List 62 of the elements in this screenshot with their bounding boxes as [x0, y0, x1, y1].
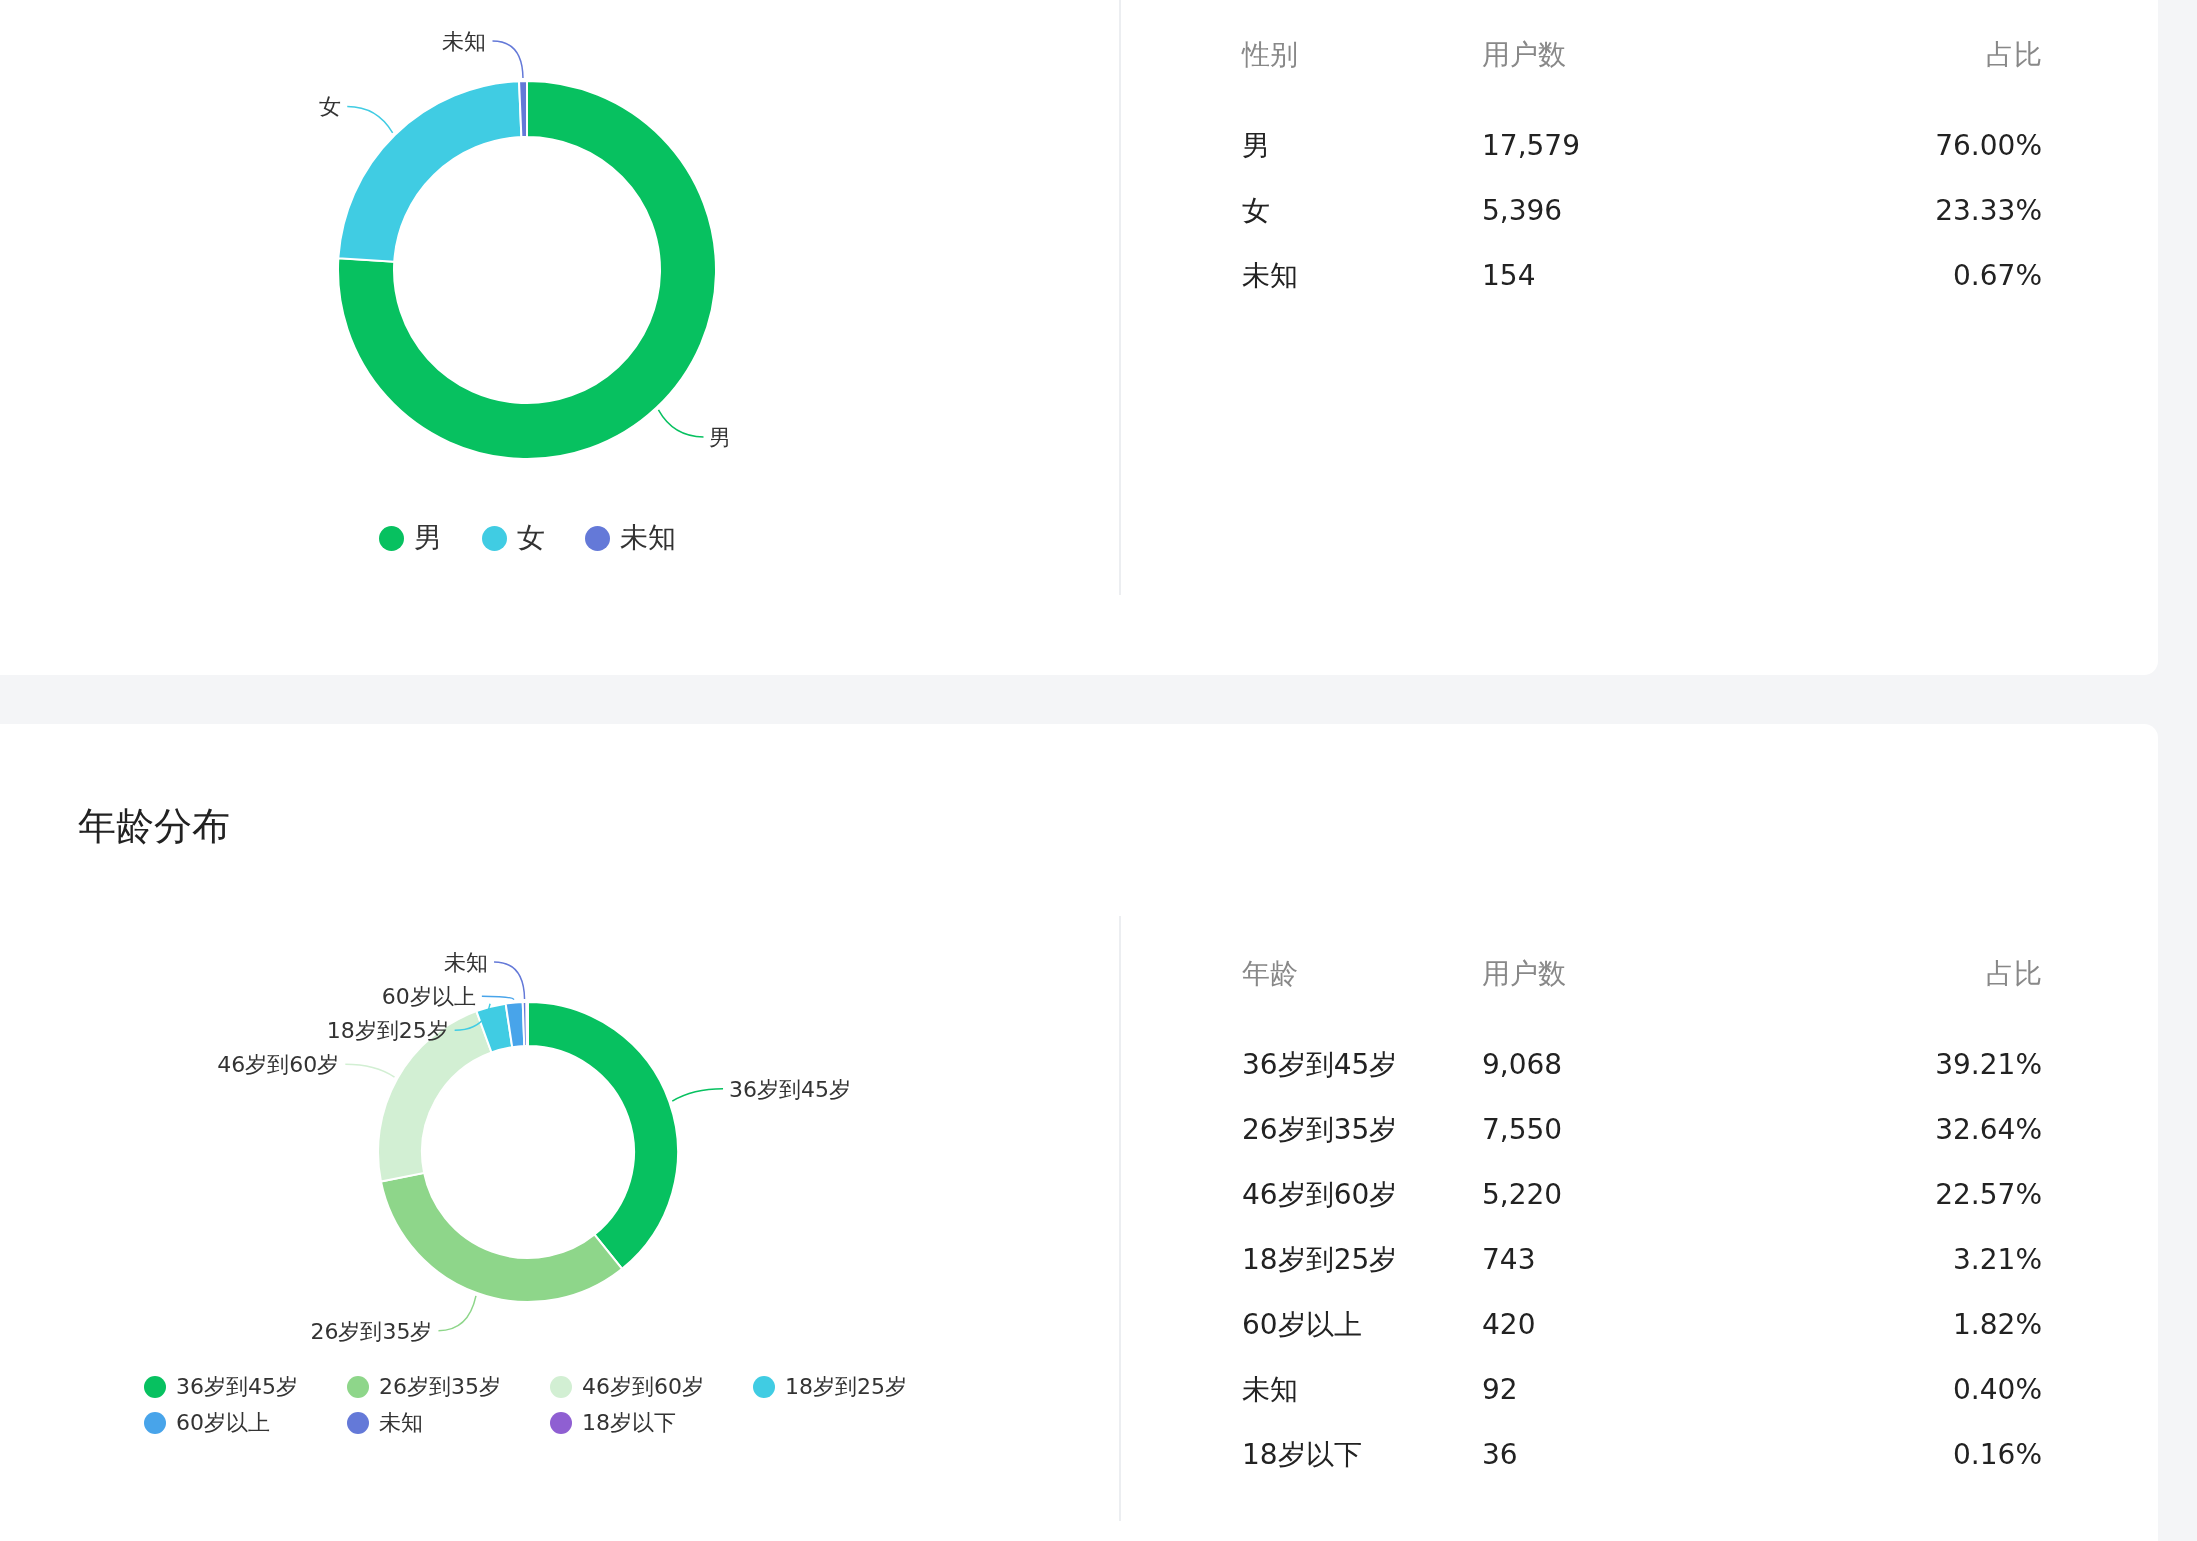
- table-cell-text: 154: [1482, 259, 1537, 292]
- legend-label[interactable]: 女: [517, 519, 545, 557]
- column-header: 占比: [1985, 955, 2042, 992]
- table-cell-text: 3.21%: [1952, 1243, 2042, 1276]
- leader-line: [671, 1088, 724, 1102]
- table-cell-text: 17,579: [1482, 129, 1581, 162]
- column-header: 年龄: [1242, 955, 1299, 992]
- table-cell-text: 女: [1242, 192, 1271, 229]
- leader-line: [346, 105, 394, 134]
- table-cell-text: 5,220: [1482, 1178, 1564, 1211]
- column-header: 性别: [1242, 36, 1299, 73]
- table-cell-text: 32.64%: [1934, 1113, 2042, 1146]
- section-title: 年龄分布: [78, 803, 231, 850]
- legend-label[interactable]: 46岁到60岁: [582, 1372, 704, 1402]
- table-cell-text: 18岁以下: [1242, 1436, 1363, 1473]
- legend-label[interactable]: 36岁到45岁: [176, 1372, 298, 1402]
- slice-label: 女: [319, 94, 342, 120]
- table-cell-text: 5,396: [1482, 194, 1564, 227]
- table-cell-text: 36岁到45岁: [1242, 1046, 1399, 1083]
- leader-line: [344, 1063, 396, 1078]
- table-cell-text: 92: [1482, 1373, 1519, 1406]
- leader-line: [657, 409, 705, 438]
- legend-label[interactable]: 未知: [620, 519, 676, 557]
- slice-label: 46岁到60岁: [217, 1052, 340, 1078]
- leader-line: [491, 40, 524, 79]
- legend-label[interactable]: 未知: [379, 1408, 423, 1438]
- table-cell-text: 未知: [1242, 1371, 1299, 1408]
- table-cell-text: 7,550: [1482, 1113, 1564, 1146]
- table-cell-text: 60岁以上: [1242, 1306, 1363, 1343]
- slice-label: 未知: [444, 950, 489, 976]
- slice-label: 18岁到25岁: [326, 1018, 449, 1044]
- table-cell-text: 0.40%: [1952, 1373, 2042, 1406]
- table-cell-text: 22.57%: [1934, 1178, 2042, 1211]
- leader-line: [437, 1295, 477, 1332]
- legend-label[interactable]: 26岁到35岁: [379, 1372, 501, 1402]
- table-cell-text: 743: [1482, 1243, 1537, 1276]
- table-cell-text: 76.00%: [1934, 129, 2042, 162]
- column-header: 用户数: [1482, 955, 1567, 992]
- slice-label: 26岁到35岁: [310, 1318, 433, 1344]
- table-cell-text: 23.33%: [1934, 194, 2042, 227]
- table-cell-text: 0.16%: [1952, 1438, 2042, 1471]
- slice-label: 60岁以上: [381, 984, 476, 1010]
- table-cell-text: 420: [1482, 1308, 1537, 1341]
- table-cell-text: 9,068: [1482, 1048, 1564, 1081]
- table-cell-text: 46岁到60岁: [1242, 1176, 1399, 1213]
- table-cell-text: 0.67%: [1952, 259, 2042, 292]
- table-cell-text: 男: [1242, 127, 1271, 164]
- legend-label[interactable]: 18岁到25岁: [785, 1372, 907, 1402]
- legend-label[interactable]: 男: [414, 519, 442, 557]
- column-header: 占比: [1985, 36, 2042, 73]
- table-cell-text: 26岁到35岁: [1242, 1111, 1399, 1148]
- column-header: 用户数: [1482, 36, 1567, 73]
- table-cell-text: 39.21%: [1934, 1048, 2042, 1081]
- legend-label[interactable]: 18岁以下: [582, 1408, 676, 1438]
- table-cell-text: 未知: [1242, 257, 1299, 294]
- slice-label: 36岁到45岁: [729, 1076, 852, 1102]
- slice-label: 男: [709, 424, 732, 450]
- legend-label[interactable]: 60岁以上: [176, 1408, 270, 1438]
- table-cell-text: 18岁到25岁: [1242, 1241, 1399, 1278]
- slice-label: 未知: [442, 29, 487, 55]
- table-cell-text: 1.82%: [1952, 1308, 2042, 1341]
- table-cell-text: 36: [1482, 1438, 1519, 1471]
